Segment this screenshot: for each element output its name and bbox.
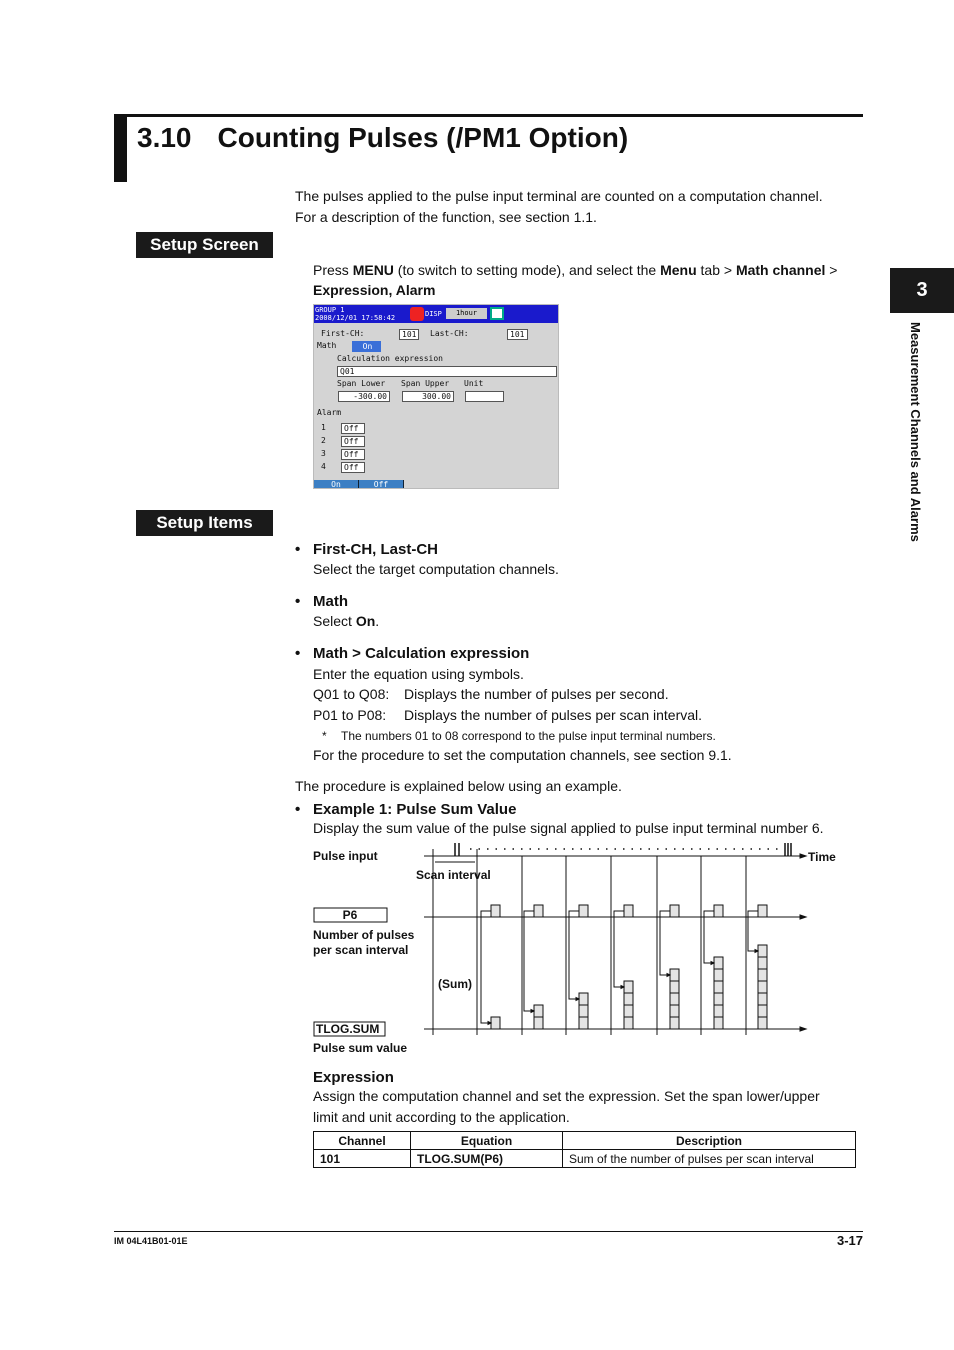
footer-rule — [114, 1231, 863, 1232]
scan-interval-label: Scan interval — [416, 868, 491, 882]
sum-box — [757, 956, 768, 970]
sum-connector — [523, 910, 534, 1012]
sum-box — [623, 992, 634, 1006]
sum-box — [669, 968, 680, 982]
header-channel: Channel — [313, 1131, 411, 1150]
time-arrow — [799, 853, 808, 859]
sum-box — [533, 1004, 544, 1018]
sum-box — [669, 1004, 680, 1018]
chapter-title: Measurement Channels and Alarms — [908, 322, 923, 542]
pulse-input-label: Pulse input — [313, 849, 378, 863]
expression-title: Expression — [313, 1069, 394, 1086]
pulse-count-box — [490, 904, 501, 918]
tlog-desc: Pulse sum value — [313, 1041, 407, 1055]
header-equation: Equation — [410, 1131, 563, 1150]
sum-box — [578, 992, 589, 1006]
sum-box — [490, 1016, 501, 1030]
pulse-count-box — [578, 904, 589, 918]
sum-box — [713, 980, 724, 994]
pulse-count-box — [623, 904, 634, 918]
pulse-count-box — [669, 904, 680, 918]
sum-label: (Sum) — [438, 977, 472, 991]
doc-number: IM 04L41B01-01E — [114, 1236, 188, 1246]
sum-box — [669, 980, 680, 994]
sum-box — [669, 1016, 680, 1030]
sum-connector — [568, 910, 579, 1000]
sum-box — [578, 1016, 589, 1030]
tlog-arrow — [799, 1026, 808, 1032]
time-label: Time — [808, 850, 836, 864]
tlog-label: TLOG.SUM — [316, 1022, 379, 1036]
header-description: Description — [562, 1131, 856, 1150]
sum-box — [713, 1004, 724, 1018]
p6-arrow — [799, 914, 808, 920]
sum-box — [713, 956, 724, 970]
sum-connector — [613, 910, 624, 988]
sum-box — [533, 1016, 544, 1030]
expression-desc-2: limit and unit according to the applicat… — [313, 1109, 570, 1125]
expression-table: Channel Equation Description 101 TLOG.SUM(P… — [313, 1131, 856, 1168]
sum-box — [757, 1004, 768, 1018]
sum-box — [757, 992, 768, 1006]
sum-box — [623, 1016, 634, 1030]
sum-box — [578, 1004, 589, 1018]
page-number: 3-17 — [836, 1233, 863, 1248]
expression-desc-1: Assign the computation channel and set t… — [313, 1088, 820, 1104]
sum-box — [669, 992, 680, 1006]
p6-label: P6 — [343, 908, 358, 922]
pulse-count-box — [533, 904, 544, 918]
sum-box — [713, 1016, 724, 1030]
sum-box — [623, 1004, 634, 1018]
sum-connector — [480, 910, 491, 1024]
chapter-tab: 3 — [890, 268, 954, 313]
pulse-count-box — [713, 904, 724, 918]
sum-box — [757, 944, 768, 958]
sum-connector — [659, 910, 670, 976]
sum-box — [713, 992, 724, 1006]
pulse-count-box — [757, 904, 768, 918]
sum-box — [623, 980, 634, 994]
p6-desc-1: Number of pulses — [313, 928, 415, 942]
sum-box — [757, 980, 768, 994]
sum-box — [757, 1016, 768, 1030]
sum-connector — [703, 910, 714, 964]
p6-desc-2: per scan interval — [313, 943, 408, 957]
table-row: 101 TLOG.SUM(P6) Sum of the number of puls… — [313, 1149, 856, 1168]
sum-box — [757, 968, 768, 982]
sum-box — [713, 968, 724, 982]
